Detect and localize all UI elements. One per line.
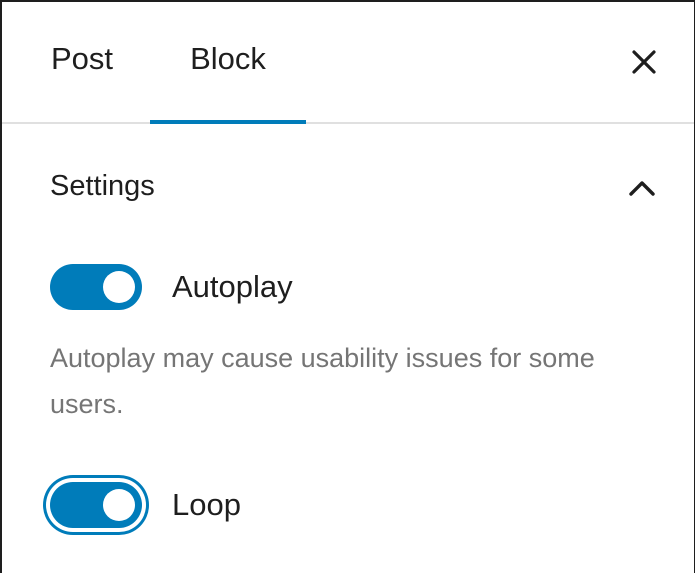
loop-toggle-knob xyxy=(103,489,135,521)
tab-block-label: Block xyxy=(190,41,266,76)
loop-label[interactable]: Loop xyxy=(172,487,241,523)
close-sidebar-button[interactable] xyxy=(626,44,662,80)
tab-post[interactable]: Post xyxy=(36,0,128,120)
tab-block[interactable]: Block xyxy=(150,0,306,120)
autoplay-label[interactable]: Autoplay xyxy=(172,269,293,305)
loop-setting: Loop xyxy=(50,482,241,528)
autoplay-toggle-knob xyxy=(103,271,135,303)
settings-collapse-button[interactable] xyxy=(624,172,660,204)
settings-panel-title[interactable]: Settings xyxy=(50,170,155,203)
loop-toggle[interactable] xyxy=(50,482,142,528)
close-icon xyxy=(632,50,656,74)
autoplay-help-text: Autoplay may cause usability issues for … xyxy=(50,343,595,419)
autoplay-setting: Autoplay xyxy=(50,264,293,310)
block-settings-sidebar: Post Block Settings Autoplay Autoplay ma… xyxy=(0,0,695,573)
chevron-up-icon xyxy=(629,181,655,196)
sidebar-tabs: Post Block xyxy=(2,2,694,124)
tab-post-label: Post xyxy=(50,41,114,76)
active-tab-indicator xyxy=(150,120,306,124)
autoplay-toggle[interactable] xyxy=(50,264,142,310)
